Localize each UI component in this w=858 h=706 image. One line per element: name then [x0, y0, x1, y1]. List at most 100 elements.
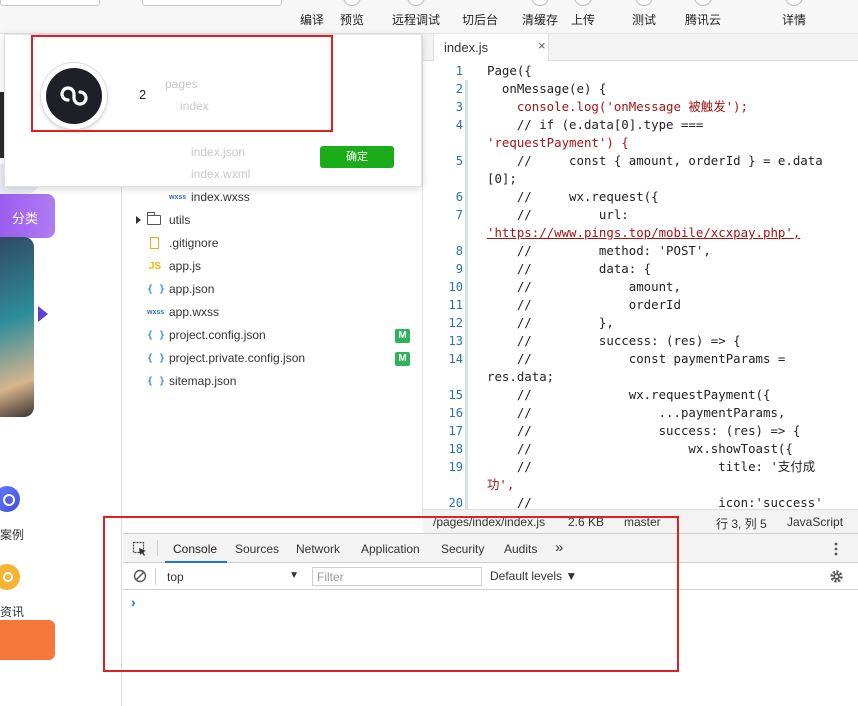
preview-icon [343, 0, 361, 6]
details-button[interactable]: 详情 [776, 0, 812, 34]
file-gitignore[interactable]: .gitignore [147, 233, 218, 253]
file-name: app.json [169, 282, 215, 296]
test-label: 测试 [631, 13, 656, 27]
file-app-wxss[interactable]: wxss app.wxss [147, 302, 219, 322]
news-icon[interactable] [0, 564, 20, 590]
line-number: 18 [448, 442, 463, 456]
gutter-change-marker [465, 440, 468, 458]
code-line[interactable]: 5 // const { amount, orderId } = e.data [423, 152, 858, 170]
gutter-change-marker [465, 422, 468, 440]
line-number: 4 [455, 118, 463, 132]
gutter-change-marker [465, 476, 468, 494]
code-text: [0]; [487, 171, 517, 186]
code-line[interactable]: 功', [423, 476, 858, 494]
case-icon[interactable] [0, 486, 20, 512]
category-button[interactable]: 分类 [0, 194, 55, 238]
code-text: // orderId [487, 297, 681, 312]
test-button[interactable]: 测试 [626, 0, 662, 34]
code-line[interactable]: 17 // success: (res) => { [423, 422, 858, 440]
case-label: 案例 [0, 528, 25, 542]
folder-utils[interactable]: utils [136, 210, 190, 230]
more-options-icon[interactable] [832, 541, 840, 557]
code-line[interactable]: 'requestPayment') { [423, 134, 858, 152]
close-icon[interactable]: × [538, 38, 546, 53]
code-line[interactable]: 1 Page({ [423, 62, 858, 80]
code-text: // const paymentParams = [487, 351, 786, 366]
code-editor[interactable]: index.js × 1 Page({2 onMessage(e) {3 cons… [423, 34, 858, 516]
banner-image[interactable] [0, 237, 34, 417]
compile-button[interactable]: 编译 [294, 0, 330, 34]
code-line[interactable]: 12 // }, [423, 314, 858, 332]
news-label: 资讯 [0, 605, 25, 619]
upload-label: 上传 [570, 13, 595, 27]
code-line[interactable]: res.data; [423, 368, 858, 386]
clear-cache-button[interactable]: 清缓存 [518, 0, 562, 34]
expand-arrow-icon[interactable] [136, 216, 141, 224]
file-name: sitemap.json [169, 374, 237, 388]
upload-button[interactable]: 上传 [566, 0, 600, 34]
code-line[interactable]: 19 // title: '支付成 [423, 458, 858, 476]
highlight-box-dialog [31, 35, 333, 132]
code-line[interactable]: 'https://www.pings.top/mobile/xcxpay.php… [423, 224, 858, 242]
file-index-wxss[interactable]: wxss index.wxss [169, 187, 250, 207]
line-number: 19 [448, 460, 463, 474]
file-project-private-config[interactable]: { } project.private.config.json [147, 348, 305, 368]
code-line[interactable]: 14 // const paymentParams = [423, 350, 858, 368]
code-area[interactable]: 1 Page({2 onMessage(e) {3 console.log('on… [423, 62, 858, 516]
code-line[interactable]: 9 // data: { [423, 260, 858, 278]
line-number: 8 [455, 244, 463, 258]
remote-debug-button[interactable]: 远程调试 [387, 0, 445, 34]
code-text: Page({ [487, 63, 532, 78]
code-line[interactable]: 18 // wx.showToast({ [423, 440, 858, 458]
line-number: 10 [448, 280, 463, 294]
code-text: // data: { [487, 261, 652, 276]
details-icon [785, 0, 803, 6]
wxss-file-icon: wxss [169, 193, 187, 201]
code-line[interactable]: [0]; [423, 170, 858, 188]
editor-tab-bar: index.js × [423, 34, 858, 61]
line-number: 7 [455, 208, 463, 222]
orange-action-button[interactable] [0, 620, 55, 660]
status-cursor-position[interactable]: 行 3, 列 5 [716, 515, 767, 532]
file-sitemap-json[interactable]: { } sitemap.json [147, 371, 236, 391]
modified-badge: M [395, 329, 410, 343]
gutter-change-marker [465, 170, 468, 188]
code-text: // wx.request({ [487, 189, 659, 204]
gutter-change-marker [465, 242, 468, 260]
code-line[interactable]: 2 onMessage(e) { [423, 80, 858, 98]
line-number: 5 [455, 154, 463, 168]
tencent-cloud-button[interactable]: 腾讯云 [680, 0, 726, 34]
preview-button[interactable]: 预览 [334, 0, 370, 34]
gutter-change-marker [465, 206, 468, 224]
upload-icon [574, 0, 592, 6]
line-number: 6 [455, 190, 463, 204]
code-line[interactable]: 6 // wx.request({ [423, 188, 858, 206]
code-line[interactable]: 13 // success: (res) => { [423, 332, 858, 350]
code-line[interactable]: 3 console.log('onMessage 被触发'); [423, 98, 858, 116]
file-app-json[interactable]: { } app.json [147, 279, 214, 299]
code-line[interactable]: 7 // url: [423, 206, 858, 224]
status-language[interactable]: JavaScript [787, 515, 843, 529]
settings-gear-icon[interactable] [829, 569, 844, 584]
code-line[interactable]: 15 // wx.requestPayment({ [423, 386, 858, 404]
toolbar-mode-select[interactable] [0, 0, 100, 6]
file-name: app.js [169, 259, 202, 273]
code-line[interactable]: 10 // amount, [423, 278, 858, 296]
details-label: 详情 [781, 13, 806, 27]
code-line[interactable]: 8 // method: 'POST', [423, 242, 858, 260]
confirm-button[interactable]: 确定 [320, 146, 394, 168]
background-button[interactable]: 切后台 [458, 0, 502, 34]
gutter-change-marker [465, 386, 468, 404]
gutter-change-marker [465, 224, 468, 242]
js-file-icon: JS [148, 260, 162, 272]
file-name: .gitignore [169, 236, 219, 250]
file-project-config[interactable]: { } project.config.json [147, 325, 266, 345]
code-text: // const { amount, orderId } = e.data [487, 153, 823, 168]
banner-next-arrow-icon[interactable] [38, 306, 48, 322]
code-line[interactable]: 4 // if (e.data[0].type === [423, 116, 858, 134]
code-line[interactable]: 11 // orderId [423, 296, 858, 314]
file-app-js[interactable]: JS app.js [147, 256, 201, 276]
editor-tab[interactable]: index.js × [433, 34, 549, 61]
toolbar-compile-mode-select[interactable] [142, 0, 282, 6]
code-line[interactable]: 16 // ...paymentParams, [423, 404, 858, 422]
